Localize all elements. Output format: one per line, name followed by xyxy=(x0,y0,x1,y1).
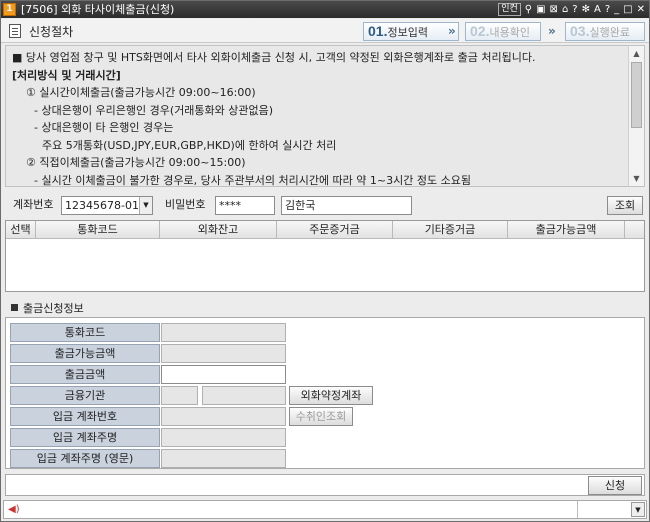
field-label-withdraw: 출금금액 xyxy=(10,365,160,384)
grid-header: 선택 통화코드 외화잔고 주문증거금 기타증거금 출금가능금액 xyxy=(6,221,644,239)
info-line: - 상대은행이 타 은행인 경우는 xyxy=(34,121,174,134)
maximize-icon[interactable]: □ xyxy=(623,3,632,17)
step-2: 02.내용확인 xyxy=(465,22,541,41)
grid-column-header[interactable]: 선택 xyxy=(6,221,36,238)
procedure-title: 신청절차 xyxy=(29,25,74,39)
help-icon[interactable]: ? xyxy=(605,3,610,17)
grid-column-header[interactable]: 기타증거금 xyxy=(393,221,508,238)
link-icon[interactable]: ⌂ xyxy=(562,3,568,17)
monitor-icon[interactable]: ▣ xyxy=(536,3,545,17)
procedure-header: 신청절차 01.정보입력 » 02.내용확인 » 03.실행완료 xyxy=(1,19,649,43)
question-icon[interactable]: ? xyxy=(572,3,577,17)
currency-field xyxy=(161,323,286,342)
document-icon xyxy=(9,24,21,38)
submit-button[interactable]: 신청 xyxy=(588,476,642,495)
status-bar: ◀) ▼ xyxy=(3,500,647,519)
info-line: 주요 5개통화(USD,JPY,EUR,GBP,HKD)에 한하여 실시간 처리 xyxy=(42,138,337,152)
chevron-down-icon[interactable]: ▼ xyxy=(139,197,152,214)
speaker-icon[interactable]: ◀) xyxy=(8,504,20,515)
window-title: [7506] 외화 타사이체출금(신청) xyxy=(21,3,175,16)
step-3-number: 03. xyxy=(570,23,590,39)
field-label-available: 출금가능금액 xyxy=(10,344,160,363)
request-form: 통화코드 출금가능금액 출금금액 금융기관 외화약정계좌 입금 계좌번호 수취인… xyxy=(5,317,645,469)
institution-code-field xyxy=(161,386,198,405)
title-bar: 1 [7506] 외화 타사이체출금(신청) 인컨 ⚲ ▣ ⊠ ⌂ ? ✻ A … xyxy=(1,1,649,18)
action-bar: 신청 xyxy=(5,474,645,496)
balance-grid[interactable]: 선택 통화코드 외화잔고 주문증거금 기타증거금 출금가능금액 xyxy=(5,220,645,292)
step-2-label: 내용확인 xyxy=(489,26,530,39)
info-line: ① 실시간이체출금(출금가능시간 09:00~16:00) xyxy=(26,86,256,99)
status-divider xyxy=(577,501,578,518)
step-arrow-icon: » xyxy=(548,24,556,38)
field-label-institution: 금융기관 xyxy=(10,386,160,405)
info-line: ■ 당사 영업점 창구 및 HTS화면에서 타사 외화이체출금 신청 시, 고객… xyxy=(12,51,536,64)
info-line: ② 직접이체출금(출금가능시간 09:00~15:00) xyxy=(26,156,246,169)
info-line: - 실시간 이체출금이 불가한 경우로, 당사 주관부서의 처리시간에 따라 약… xyxy=(34,173,471,187)
step-arrow-icon: » xyxy=(448,24,456,38)
account-value: 12345678-01 xyxy=(65,199,139,212)
grid-column-header[interactable]: 주문증거금 xyxy=(277,221,393,238)
account-holder-field xyxy=(161,428,286,447)
account-holder-en-field xyxy=(161,449,286,468)
info-panel: ■ 당사 영업점 창구 및 HTS화면에서 타사 외화이체출금 신청 시, 고객… xyxy=(5,45,645,187)
info-line: [처리방식 및 거래시간] xyxy=(12,68,121,82)
query-button[interactable]: 조회 xyxy=(607,196,643,215)
password-label: 비밀번호 xyxy=(165,198,206,211)
inkey-button[interactable]: 인컨 xyxy=(498,3,521,16)
password-field[interactable]: **** xyxy=(215,196,275,215)
pin-icon[interactable]: ⚲ xyxy=(525,3,532,17)
grid-column-header[interactable]: 출금가능금액 xyxy=(508,221,625,238)
window: 1 [7506] 외화 타사이체출금(신청) 인컨 ⚲ ▣ ⊠ ⌂ ? ✻ A … xyxy=(0,0,650,522)
section-title-text: 출금신청정보 xyxy=(23,302,84,315)
info-text: ■ 당사 영업점 창구 및 HTS화면에서 타사 외화이체출금 신청 시, 고객… xyxy=(12,49,627,189)
window-icon[interactable]: ⊠ xyxy=(550,3,558,17)
account-combo[interactable]: 12345678-01 ▼ xyxy=(61,196,153,215)
owner-name-field: 김한국 xyxy=(281,196,412,215)
chevron-down-icon[interactable]: ▼ xyxy=(631,502,645,517)
institution-name-field xyxy=(202,386,286,405)
scroll-up-icon[interactable]: ▲ xyxy=(629,46,644,61)
title-bar-icons: 인컨 ⚲ ▣ ⊠ ⌂ ? ✻ A ? _ □ ✕ xyxy=(498,2,645,17)
available-amount-field xyxy=(161,344,286,363)
grid-column-header[interactable]: 통화코드 xyxy=(36,221,160,238)
field-label-account-no: 입금 계좌번호 xyxy=(10,407,160,426)
step-3: 03.실행완료 xyxy=(565,22,645,41)
info-scrollbar[interactable]: ▲ ▼ xyxy=(628,46,644,186)
step-1-number: 01. xyxy=(368,23,388,39)
recipient-query-button[interactable]: 수취인조회 xyxy=(289,407,353,426)
field-label-currency: 통화코드 xyxy=(10,323,160,342)
step-2-number: 02. xyxy=(470,23,490,39)
close-icon[interactable]: ✕ xyxy=(637,3,645,17)
step-1: 01.정보입력 xyxy=(363,22,459,41)
screen-number-badge: 1 xyxy=(3,3,16,16)
section-title: 출금신청정보 xyxy=(11,300,84,316)
square-bullet-icon xyxy=(11,304,18,311)
account-row: 계좌번호 12345678-01 ▼ 비밀번호 **** 김한국 조회 xyxy=(1,193,649,217)
field-label-holder-en: 입금 계좌주명 (영문) xyxy=(10,449,160,468)
font-size-icon[interactable]: A xyxy=(594,3,601,17)
grid-column-header[interactable]: 외화잔고 xyxy=(160,221,277,238)
info-line: - 상대은행이 우리은행인 경우(거래통화와 상관없음) xyxy=(34,103,274,117)
scroll-thumb[interactable] xyxy=(631,62,642,128)
account-label: 계좌번호 xyxy=(13,198,54,211)
step-1-label: 정보입력 xyxy=(387,26,428,39)
withdraw-amount-input[interactable] xyxy=(161,365,286,384)
minimize-icon[interactable]: _ xyxy=(614,3,619,17)
deposit-account-field xyxy=(161,407,286,426)
step-3-label: 실행완료 xyxy=(589,26,630,39)
fx-account-button[interactable]: 외화약정계좌 xyxy=(289,386,373,405)
field-label-holder: 입금 계좌주명 xyxy=(10,428,160,447)
snowflake-icon[interactable]: ✻ xyxy=(582,3,590,17)
scroll-down-icon[interactable]: ▼ xyxy=(629,171,644,186)
